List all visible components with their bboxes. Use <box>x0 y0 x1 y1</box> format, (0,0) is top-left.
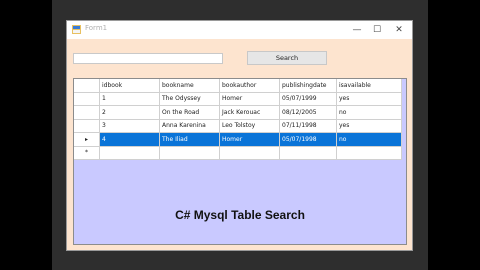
cell-publishingdate[interactable]: 08/12/2005 <box>279 105 337 120</box>
new-cell-bookauthor[interactable] <box>219 146 280 160</box>
video-caption: C# Mysql Table Search <box>175 208 305 222</box>
right-letterbox <box>428 0 480 270</box>
cell-bookname[interactable]: On the Road <box>159 105 220 120</box>
cell-idbook[interactable]: 1 <box>99 92 160 106</box>
current-row-arrow-icon[interactable]: ▸ <box>74 132 100 147</box>
close-button[interactable]: ✕ <box>389 23 409 37</box>
cell-bookname[interactable]: The Iliad <box>159 132 220 147</box>
new-row[interactable]: * <box>74 146 402 160</box>
table-row[interactable]: 3 Anna Karenina Leo Tolstoy 07/11/1998 y… <box>74 119 402 133</box>
column-header-publishingdate[interactable]: publishingdate <box>279 79 337 93</box>
cell-publishingdate[interactable]: 05/07/1999 <box>279 92 337 106</box>
header-row: idbook bookname bookauthor publishingdat… <box>74 79 402 93</box>
corner-header-cell[interactable] <box>74 79 100 93</box>
table-row[interactable]: 1 The Odyssey Homer 05/07/1999 yes <box>74 92 402 106</box>
table-row-selected[interactable]: ▸ 4 The Iliad Homer 05/07/1998 no <box>74 132 402 147</box>
cell-isavailable[interactable]: yes <box>336 92 402 106</box>
cell-publishingdate[interactable]: 05/07/1998 <box>279 132 337 147</box>
cell-bookname[interactable]: The Odyssey <box>159 92 220 106</box>
minimize-button[interactable]: — <box>347 23 367 37</box>
cell-bookauthor[interactable]: Jack Kerouac <box>219 105 280 120</box>
new-cell-isavailable[interactable] <box>336 146 402 160</box>
new-cell-bookname[interactable] <box>159 146 220 160</box>
row-header[interactable] <box>74 119 100 133</box>
new-row-marker[interactable]: * <box>74 146 100 160</box>
cell-bookname[interactable]: Anna Karenina <box>159 119 220 133</box>
row-header[interactable] <box>74 105 100 120</box>
search-input[interactable] <box>73 53 223 64</box>
column-header-idbook[interactable]: idbook <box>99 79 160 93</box>
table-row[interactable]: 2 On the Road Jack Kerouac 08/12/2005 no <box>74 105 402 120</box>
data-grid-table: idbook bookname bookauthor publishingdat… <box>74 79 402 160</box>
app-icon <box>72 25 81 34</box>
title-bar[interactable]: Form1 — ☐ ✕ <box>67 21 412 39</box>
cell-isavailable[interactable]: no <box>336 105 402 120</box>
cell-bookauthor[interactable]: Homer <box>219 132 280 147</box>
maximize-button[interactable]: ☐ <box>367 23 387 37</box>
cell-idbook[interactable]: 4 <box>99 132 160 147</box>
new-cell-publishingdate[interactable] <box>279 146 337 160</box>
search-button[interactable]: Search <box>247 51 327 65</box>
cell-idbook[interactable]: 2 <box>99 105 160 120</box>
cell-bookauthor[interactable]: Homer <box>219 92 280 106</box>
cell-publishingdate[interactable]: 07/11/1998 <box>279 119 337 133</box>
column-header-isavailable[interactable]: isavailable <box>336 79 402 93</box>
cell-isavailable[interactable]: yes <box>336 119 402 133</box>
row-header[interactable] <box>74 92 100 106</box>
cell-idbook[interactable]: 3 <box>99 119 160 133</box>
cell-isavailable[interactable]: no <box>336 132 402 147</box>
column-header-bookname[interactable]: bookname <box>159 79 220 93</box>
window-title: Form1 <box>85 24 108 32</box>
new-cell-idbook[interactable] <box>99 146 160 160</box>
column-header-bookauthor[interactable]: bookauthor <box>219 79 280 93</box>
left-letterbox <box>0 0 52 270</box>
cell-bookauthor[interactable]: Leo Tolstoy <box>219 119 280 133</box>
